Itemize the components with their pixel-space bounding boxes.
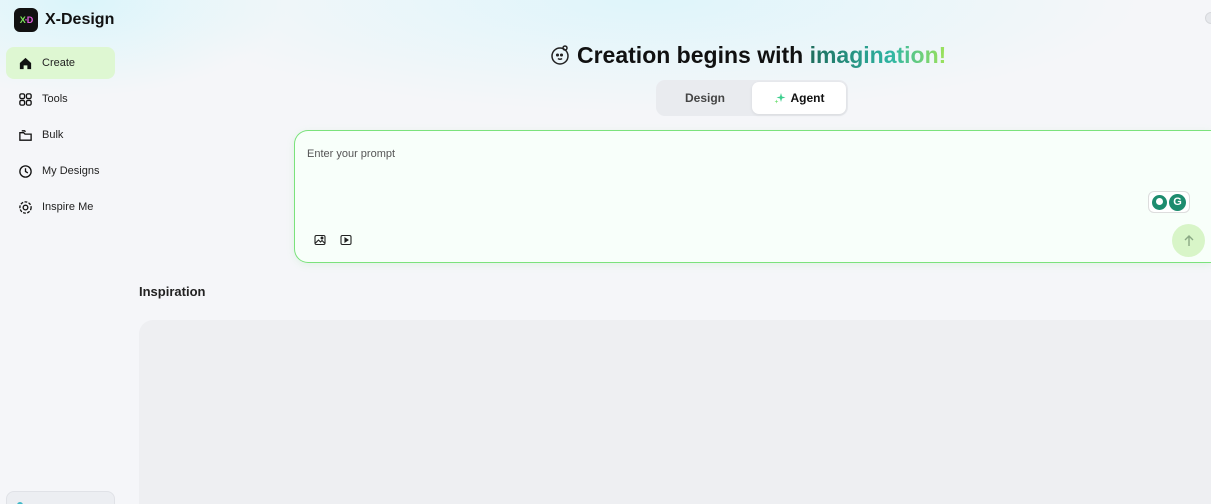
tab-agent[interactable]: Agent: [752, 82, 846, 114]
corner-avatar[interactable]: [1205, 12, 1211, 24]
title-plain: Creation begins with: [577, 41, 810, 68]
sidebar-item-tools[interactable]: Tools: [6, 83, 115, 115]
inspiration-title: Inspiration: [139, 284, 206, 299]
mode-switch: Design Agent: [656, 80, 848, 116]
sidebar-item-label: Inspire Me: [42, 201, 94, 213]
page-title: Creation begins with imagination!: [549, 40, 946, 70]
home-icon: [19, 57, 32, 69]
arrow-up-icon: [1184, 234, 1193, 246]
tab-label: Agent: [790, 91, 825, 105]
sidebar: X · D X-Design Create Tools Bulk My Design…: [0, 0, 124, 504]
grammarly-icon[interactable]: G: [1169, 193, 1186, 211]
sidebar-item-label: My Designs: [42, 165, 100, 177]
upload-image-button[interactable]: [312, 232, 328, 248]
folder-stack-icon: [19, 129, 32, 141]
sparkle-icon: [774, 93, 785, 104]
tab-label: Design: [684, 91, 725, 105]
sidebar-item-bulk[interactable]: Bulk: [6, 119, 115, 151]
logo-mark-right: D: [26, 15, 33, 25]
grid-icon: [19, 92, 32, 106]
inspiration-gallery: [139, 320, 1211, 504]
sidebar-bottom-card[interactable]: [6, 491, 115, 504]
sidebar-item-label: Bulk: [42, 129, 64, 141]
logo-mark-icon: X · D: [14, 8, 38, 32]
clock-icon: [19, 164, 32, 178]
upload-video-button[interactable]: [338, 232, 354, 248]
sidebar-item-my-designs[interactable]: My Designs: [6, 155, 115, 187]
prompt-input[interactable]: [307, 148, 1127, 188]
sidebar-item-label: Tools: [42, 93, 68, 105]
app-logo[interactable]: X · D X-Design: [14, 8, 114, 32]
send-button[interactable]: [1172, 224, 1205, 257]
sidebar-item-create[interactable]: Create: [6, 47, 115, 79]
sidebar-item-label: Create: [42, 57, 76, 69]
title-accent: imagination!: [809, 41, 947, 68]
browser-extension-badges[interactable]: G: [1148, 191, 1190, 213]
image-icon: [314, 234, 326, 246]
prompt-box: G: [294, 130, 1211, 263]
tab-design[interactable]: Design: [658, 82, 752, 114]
sidebar-nav: Create Tools Bulk My Designs Inspire Me: [6, 47, 115, 227]
app-name: X-Design: [45, 11, 115, 28]
sidebar-item-inspire-me[interactable]: Inspire Me: [6, 191, 115, 223]
bulb-extension-icon[interactable]: [1152, 194, 1167, 210]
video-icon: [340, 234, 352, 246]
inspire-icon: [19, 200, 32, 214]
mascot-face-icon: [551, 45, 569, 65]
